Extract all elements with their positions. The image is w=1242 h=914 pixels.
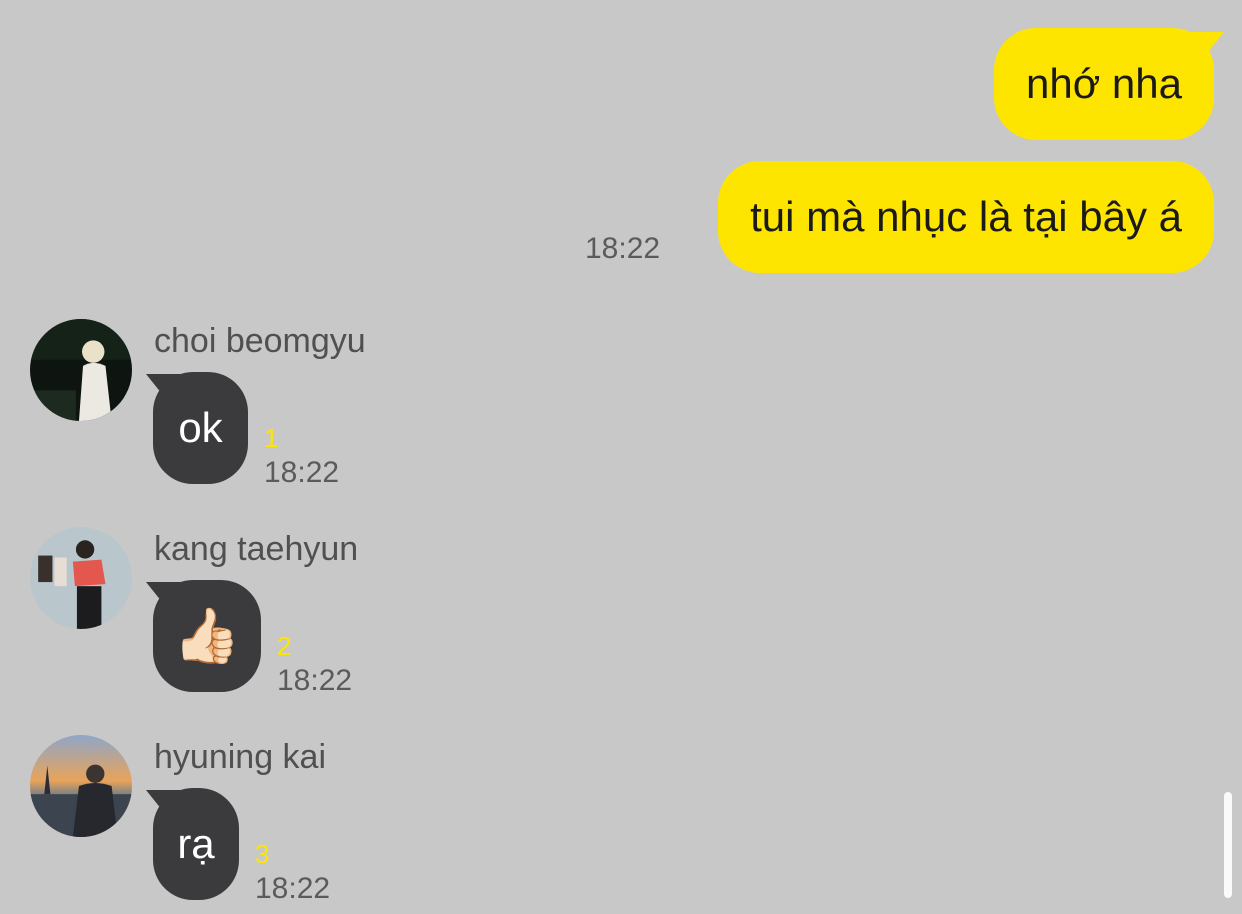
unread-count: 1 (264, 423, 279, 453)
photo-avatar-sunset-icon (30, 735, 132, 837)
message-time: 18:22 (255, 872, 331, 905)
message-time: 18:22 (585, 232, 661, 265)
message-time: 18:22 (277, 664, 353, 697)
incoming-message-bubble[interactable]: rạ (153, 788, 239, 900)
unread-count: 3 (255, 839, 270, 869)
sender-name: hyuning kai (154, 738, 327, 776)
photo-avatar-red-shirt-icon (30, 527, 132, 629)
message-text: nhớ nha (1025, 60, 1182, 107)
unread-count: 2 (277, 631, 292, 661)
outgoing-message-bubble[interactable]: tui mà nhục là tại bây á (718, 161, 1214, 273)
avatar[interactable] (30, 319, 132, 421)
message-text: ok (178, 404, 223, 451)
thumbs-up-emoji: 👍🏻 (173, 606, 241, 666)
incoming-message-bubble[interactable]: 👍🏻 (153, 580, 261, 692)
outgoing-message-bubble[interactable]: nhớ nha (993, 28, 1214, 140)
sender-name: choi beomgyu (154, 322, 366, 360)
avatar[interactable] (30, 527, 132, 629)
message-text: tui mà nhục là tại bây á (750, 193, 1182, 240)
incoming-message-bubble[interactable]: ok (153, 372, 248, 484)
message-text: rạ (177, 820, 215, 867)
sender-name: kang taehyun (154, 530, 359, 568)
chat-view: nhớ nha tui mà nhục là tại bây á 18:22 c… (0, 0, 1242, 914)
avatar[interactable] (30, 735, 132, 837)
scrollbar[interactable] (1224, 792, 1232, 898)
message-time: 18:22 (264, 456, 340, 489)
photo-avatar-dark-icon (30, 319, 132, 421)
